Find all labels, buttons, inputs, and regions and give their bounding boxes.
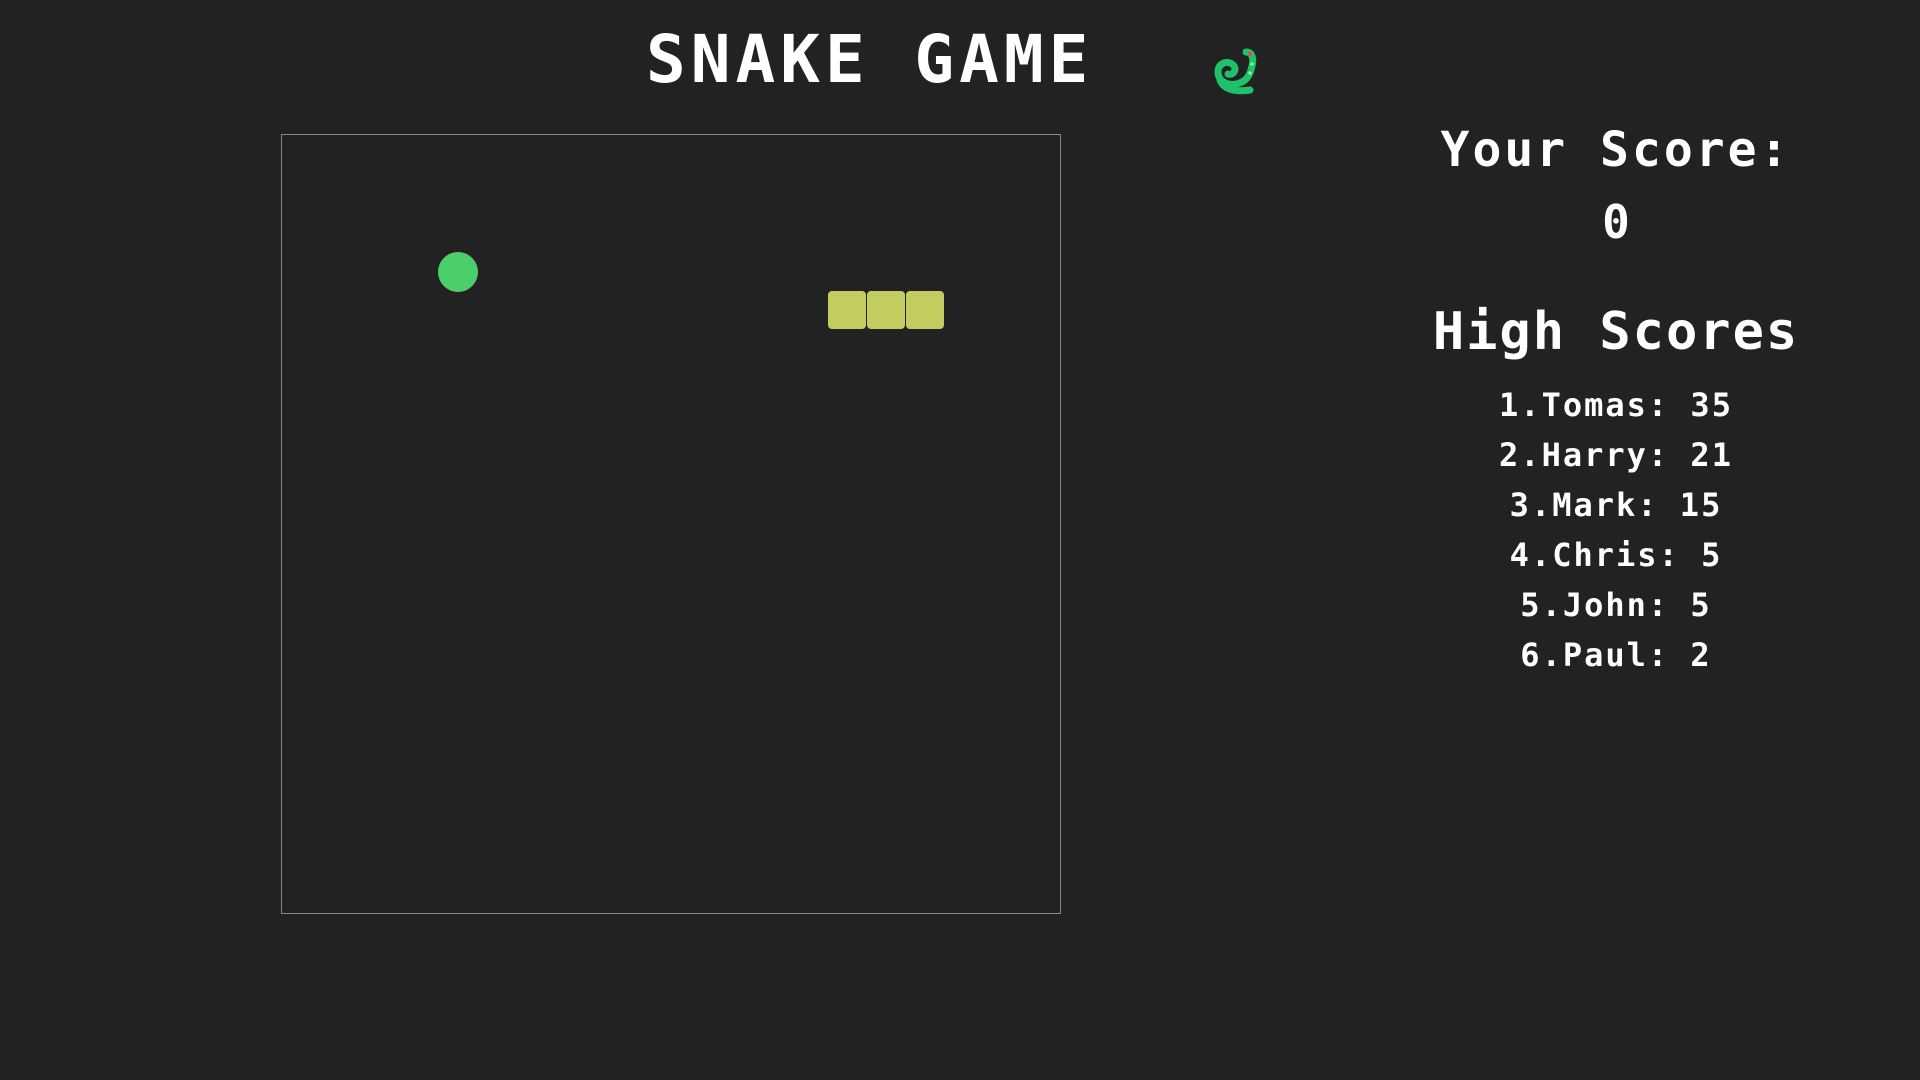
high-scores-title: High Scores xyxy=(1432,302,1800,362)
high-score-entry: 4.Chris: 5 xyxy=(1509,536,1723,574)
high-score-entry: 1.Tomas: 35 xyxy=(1499,386,1733,424)
score-label: Your Score: xyxy=(1440,122,1792,178)
food-pellet xyxy=(438,252,478,292)
header: SNAKE GAME xyxy=(0,22,1920,112)
high-score-entry: 6.Paul: 2 xyxy=(1520,636,1712,674)
score-value: 0 xyxy=(1602,195,1630,249)
score-panel: Your Score: 0 High Scores 1.Tomas: 35 2.… xyxy=(1356,118,1876,680)
high-score-entry: 3.Mark: 15 xyxy=(1509,486,1723,524)
page-title: SNAKE GAME xyxy=(646,21,1094,98)
high-score-entry: 5.John: 5 xyxy=(1520,586,1712,624)
snake-icon xyxy=(1214,48,1257,95)
high-score-entry: 2.Harry: 21 xyxy=(1499,436,1733,474)
game-board[interactable] xyxy=(281,134,1061,914)
snake-segment xyxy=(906,291,944,329)
snake-game-page: SNAKE GAME Your Score: 0 High Scores 1.T… xyxy=(0,0,1920,1080)
high-scores-list: 1.Tomas: 35 2.Harry: 21 3.Mark: 15 4.Chr… xyxy=(1356,380,1876,680)
snake-segment xyxy=(828,291,866,329)
snake-segment xyxy=(867,291,905,329)
